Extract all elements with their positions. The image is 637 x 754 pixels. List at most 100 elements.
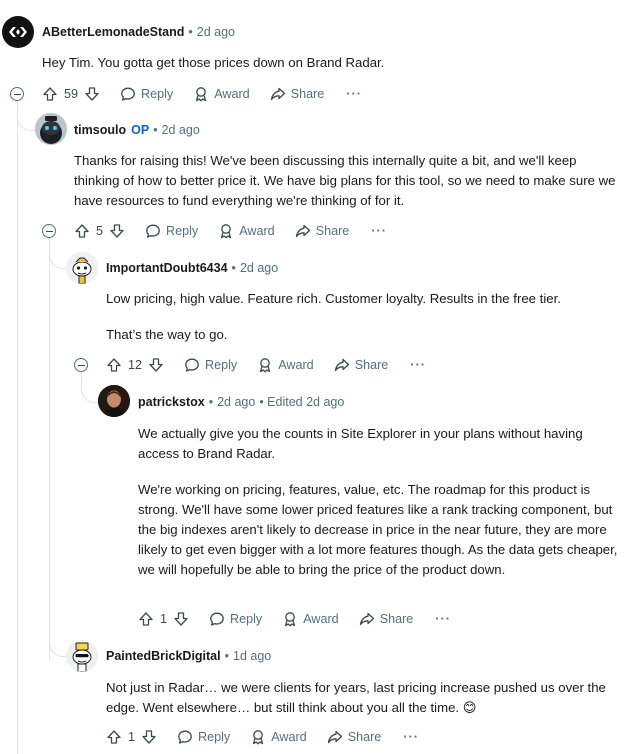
award-button[interactable]: Award bbox=[218, 223, 275, 239]
award-button[interactable]: Award bbox=[250, 729, 307, 745]
share-arrow-icon bbox=[295, 224, 310, 238]
thread-connector bbox=[49, 238, 67, 269]
avatar[interactable] bbox=[98, 385, 130, 417]
vote-count: 1 bbox=[160, 612, 168, 626]
upvote-arrow-icon[interactable] bbox=[74, 223, 90, 239]
author-name[interactable]: PaintedBrickDigital bbox=[106, 649, 221, 663]
share-button[interactable]: Share bbox=[270, 86, 324, 102]
reply-label: Reply bbox=[198, 730, 231, 744]
author-name[interactable]: ABetterLemonadeStand bbox=[42, 25, 184, 39]
downvote-arrow-icon[interactable] bbox=[109, 223, 125, 239]
minus-circle-icon bbox=[13, 93, 21, 95]
comment-body: Thanks for raising this! We've been disc… bbox=[74, 151, 616, 211]
award-button[interactable]: Award bbox=[193, 86, 250, 102]
more-icon: ··· bbox=[371, 224, 387, 238]
comment-meta: ImportantDoubt6434 • 2d ago bbox=[106, 261, 278, 275]
share-arrow-icon bbox=[270, 87, 285, 101]
timestamp[interactable]: 1d ago bbox=[233, 649, 271, 663]
timestamp[interactable]: 2d ago bbox=[162, 123, 200, 137]
reply-button[interactable]: Reply bbox=[145, 223, 198, 239]
edited-label: • Edited 2d ago bbox=[259, 395, 345, 409]
collapse-thread-button[interactable] bbox=[42, 224, 56, 238]
vote-group: 1 bbox=[106, 729, 157, 745]
comment-paragraph: Hey Tim. You gotta get those prices down… bbox=[42, 55, 385, 70]
speech-bubble-icon bbox=[146, 224, 160, 238]
separator-dot: • bbox=[231, 261, 236, 275]
collapse-thread-button[interactable] bbox=[74, 358, 88, 372]
reply-button[interactable]: Reply bbox=[209, 611, 262, 627]
author-name[interactable]: timsoulo bbox=[74, 123, 126, 137]
avatar[interactable] bbox=[66, 252, 98, 284]
reply-label: Reply bbox=[230, 612, 263, 626]
vote-group: 1 bbox=[138, 611, 189, 627]
speech-bubble-icon bbox=[210, 612, 224, 626]
award-ribbon-icon bbox=[253, 730, 264, 745]
more-icon: ··· bbox=[346, 87, 362, 101]
comment-meta: PaintedBrickDigital • 1d ago bbox=[106, 649, 271, 663]
downvote-arrow-icon[interactable] bbox=[148, 357, 164, 373]
vote-group: 5 bbox=[74, 223, 125, 239]
comment-body: Not just in Radar… we were clients for y… bbox=[106, 678, 618, 718]
reply-button[interactable]: Reply bbox=[184, 357, 237, 373]
brand-logo-icon bbox=[9, 27, 27, 37]
author-name[interactable]: ImportantDoubt6434 bbox=[106, 261, 228, 275]
comment-actions: 1 Reply Award Share ··· bbox=[138, 607, 471, 631]
more-options-button[interactable]: ··· bbox=[433, 612, 451, 626]
more-options-button[interactable]: ··· bbox=[401, 730, 419, 744]
share-label: Share bbox=[379, 612, 414, 626]
vote-count: 59 bbox=[64, 87, 79, 101]
reply-button[interactable]: Reply bbox=[177, 729, 230, 745]
upvote-arrow-icon[interactable] bbox=[138, 611, 154, 627]
profile-photo-icon bbox=[98, 385, 130, 417]
snoo-avatar-icon bbox=[66, 640, 98, 672]
upvote-arrow-icon[interactable] bbox=[106, 729, 122, 745]
award-label: Award bbox=[303, 612, 339, 626]
comment-paragraph: Low pricing, high value. Feature rich. C… bbox=[106, 291, 561, 306]
comment-actions: 59 Reply Award Share ··· bbox=[42, 82, 382, 106]
avatar[interactable] bbox=[66, 640, 98, 672]
award-button[interactable]: Award bbox=[282, 611, 339, 627]
more-options-button[interactable]: ··· bbox=[408, 358, 426, 372]
share-button[interactable]: Share bbox=[334, 357, 389, 373]
share-button[interactable]: Share bbox=[327, 729, 382, 745]
share-label: Share bbox=[354, 358, 389, 372]
downvote-arrow-icon[interactable] bbox=[173, 611, 189, 627]
snoo-avatar-icon bbox=[35, 113, 67, 145]
separator-dot: • bbox=[153, 123, 158, 137]
speech-bubble-icon bbox=[185, 358, 199, 372]
upvote-arrow-icon[interactable] bbox=[42, 86, 58, 102]
downvote-arrow-icon[interactable] bbox=[84, 86, 100, 102]
author-name[interactable]: patrickstox bbox=[138, 395, 205, 409]
timestamp[interactable]: 2d ago bbox=[240, 261, 278, 275]
award-label: Award bbox=[278, 358, 314, 372]
share-button[interactable]: Share bbox=[359, 611, 414, 627]
comment-actions: 5 Reply Award Share ··· bbox=[74, 219, 407, 243]
avatar[interactable] bbox=[35, 113, 67, 145]
separator-dot: • bbox=[188, 25, 193, 39]
more-icon: ··· bbox=[435, 612, 451, 626]
comment-actions: 1 Reply Award Share ··· bbox=[106, 725, 439, 749]
timestamp[interactable]: 2d ago bbox=[217, 395, 255, 409]
collapse-thread-button[interactable] bbox=[10, 87, 24, 101]
more-icon: ··· bbox=[403, 730, 419, 744]
upvote-arrow-icon[interactable] bbox=[106, 357, 122, 373]
award-ribbon-icon bbox=[196, 87, 207, 102]
downvote-arrow-icon[interactable] bbox=[141, 729, 157, 745]
share-arrow-icon bbox=[334, 358, 349, 372]
reply-button[interactable]: Reply bbox=[120, 86, 173, 102]
comment-paragraph: We're working on pricing, features, valu… bbox=[138, 482, 618, 577]
reply-label: Reply bbox=[205, 358, 238, 372]
share-label: Share bbox=[347, 730, 382, 744]
award-ribbon-icon bbox=[260, 358, 271, 373]
more-options-button[interactable]: ··· bbox=[369, 224, 387, 238]
thread-connector bbox=[49, 626, 67, 657]
avatar[interactable] bbox=[2, 16, 34, 48]
comment-body: Hey Tim. You gotta get those prices down… bbox=[42, 53, 622, 73]
comment-meta: patrickstox • 2d ago • Edited 2d ago bbox=[138, 395, 344, 409]
timestamp[interactable]: 2d ago bbox=[197, 25, 235, 39]
speech-bubble-icon bbox=[178, 730, 192, 744]
share-button[interactable]: Share bbox=[295, 223, 349, 239]
award-button[interactable]: Award bbox=[257, 357, 314, 373]
award-label: Award bbox=[239, 224, 275, 238]
more-options-button[interactable]: ··· bbox=[344, 87, 362, 101]
